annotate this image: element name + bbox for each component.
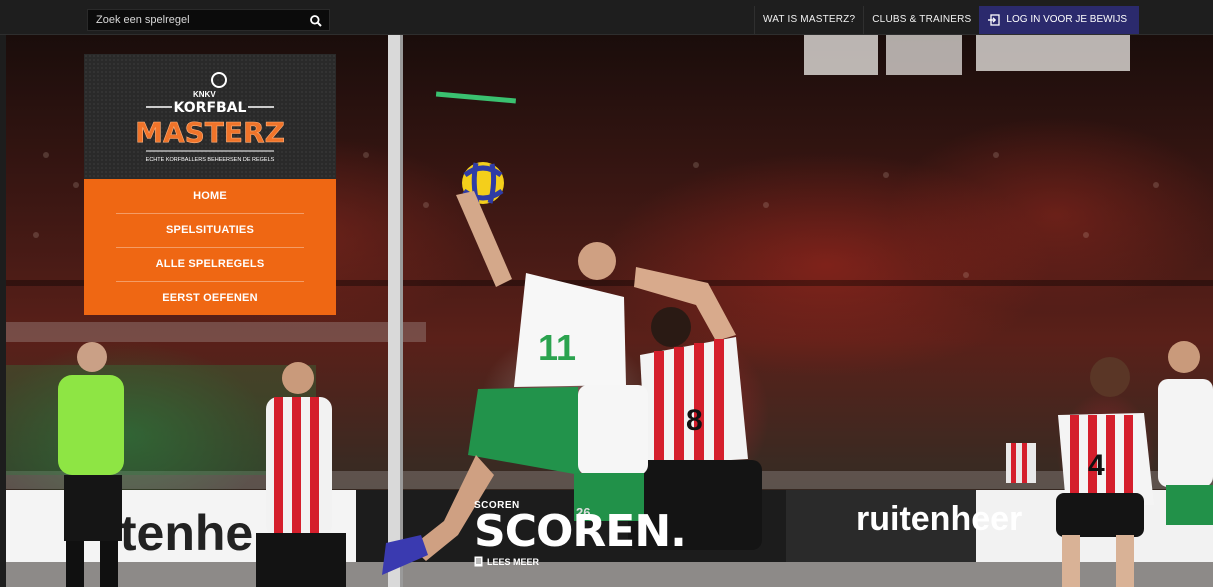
- top-nav: WAT IS MASTERZ? CLUBS & TRAINERS LOG IN …: [753, 6, 1139, 34]
- nav-link-clubs-trainers[interactable]: CLUBS & TRAINERS: [863, 6, 979, 34]
- menu-item-home[interactable]: HOME: [84, 179, 336, 213]
- search-input[interactable]: [88, 10, 306, 30]
- nav-link-wat-is-masterz[interactable]: WAT IS MASTERZ?: [753, 6, 863, 34]
- player-right-green: [1158, 341, 1213, 525]
- read-more-label: LEES MEER: [487, 556, 540, 567]
- hero-headline[interactable]: SCOREN.: [474, 510, 687, 554]
- login-icon: [988, 14, 1001, 26]
- svg-text:KNKV: KNKV: [193, 90, 216, 99]
- svg-text:8: 8: [686, 404, 703, 437]
- menu-item-spelsituaties[interactable]: SPELSITUATIES: [84, 213, 336, 247]
- main-menu: HOME SPELSITUATIES ALLE SPELREGELS EERST…: [84, 179, 336, 315]
- top-bar: WAT IS MASTERZ? CLUBS & TRAINERS LOG IN …: [0, 0, 1213, 35]
- svg-text:ECHTE KORFBALLERS BEHEERSEN DE: ECHTE KORFBALLERS BEHEERSEN DE REGELS: [146, 157, 275, 163]
- svg-text:11: 11: [538, 327, 576, 368]
- logo[interactable]: KNKV KORFBAL MASTERZ ECHTE KORFBALLERS B…: [84, 54, 336, 179]
- svg-text:4: 4: [1088, 449, 1105, 482]
- menu-item-eerst-oefenen[interactable]: EERST OEFENEN: [84, 281, 336, 315]
- korfbal-masterz-logo: KNKV KORFBAL MASTERZ ECHTE KORFBALLERS B…: [135, 72, 285, 163]
- search-icon[interactable]: [309, 14, 323, 28]
- svg-text:ruitenheer: ruitenheer: [856, 500, 1022, 538]
- svg-text:MASTERZ: MASTERZ: [135, 116, 285, 149]
- read-more-link[interactable]: LEES MEER: [474, 556, 674, 567]
- search-box[interactable]: [87, 9, 330, 31]
- document-icon: [474, 556, 483, 567]
- svg-text:KORFBAL: KORFBAL: [174, 100, 247, 116]
- menu-item-alle-spelregels[interactable]: ALLE SPELREGELS: [84, 247, 336, 281]
- sidebar: KNKV KORFBAL MASTERZ ECHTE KORFBALLERS B…: [84, 54, 336, 315]
- svg-text:itenhe: itenhe: [106, 505, 253, 561]
- hero-caption: SCOREN SCOREN. LEES MEER: [474, 500, 687, 567]
- login-label: LOG IN VOOR JE BEWIJS: [1006, 14, 1127, 25]
- login-button[interactable]: LOG IN VOOR JE BEWIJS: [979, 6, 1139, 34]
